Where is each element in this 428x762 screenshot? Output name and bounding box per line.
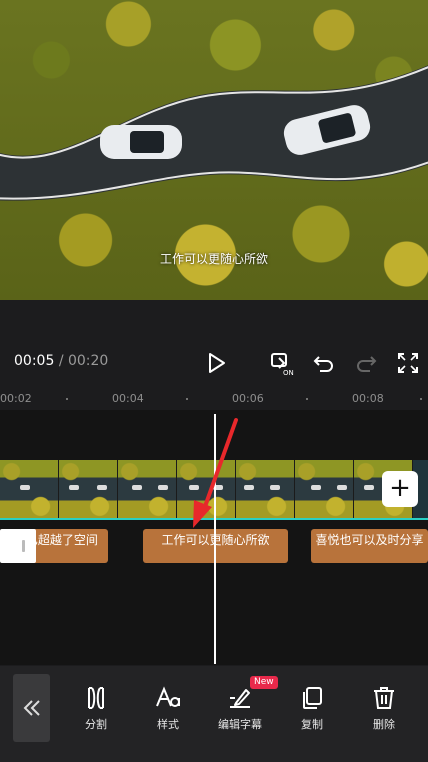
tool-split[interactable]: 分割 bbox=[66, 684, 126, 732]
copy-icon bbox=[303, 687, 322, 709]
fullscreen-icon[interactable] bbox=[394, 349, 422, 377]
play-icon[interactable] bbox=[202, 349, 230, 377]
tool-copy[interactable]: 复制 bbox=[282, 684, 342, 732]
ruler-dot bbox=[306, 398, 308, 400]
tool-label: 复制 bbox=[301, 718, 323, 731]
video-frame bbox=[177, 460, 236, 518]
tool-style[interactable]: 样式 bbox=[138, 684, 198, 732]
caption-trim-handle[interactable] bbox=[0, 529, 36, 563]
video-frame bbox=[236, 460, 295, 518]
car-left bbox=[100, 125, 182, 159]
svg-text:ON: ON bbox=[283, 369, 294, 377]
time-separator: / bbox=[58, 353, 64, 369]
ruler-label: 00:06 bbox=[232, 392, 264, 405]
double-chevron-left-icon bbox=[23, 700, 40, 716]
tool-label: 删除 bbox=[373, 718, 395, 731]
tool-label: 编辑字幕 bbox=[218, 718, 262, 731]
ruler-dot bbox=[186, 398, 188, 400]
video-frame bbox=[295, 460, 354, 518]
keyframe-on-icon[interactable]: ON bbox=[268, 349, 296, 377]
collapse-back-button[interactable] bbox=[13, 674, 50, 742]
undo-icon[interactable] bbox=[310, 349, 338, 377]
current-time: 00:05 bbox=[14, 353, 55, 369]
playhead[interactable] bbox=[214, 414, 216, 664]
ruler-label: 00:04 bbox=[112, 392, 144, 405]
video-subtitle: 工作可以更随心所欲 bbox=[159, 252, 268, 266]
total-time: 00:20 bbox=[67, 353, 109, 369]
tool-delete[interactable]: 删除 bbox=[354, 684, 414, 732]
ruler-dot bbox=[420, 398, 422, 400]
split-icon bbox=[88, 687, 104, 709]
preview-spacer bbox=[0, 300, 428, 340]
edit-subtitle-icon bbox=[230, 689, 250, 708]
tool-label: 分割 bbox=[85, 718, 107, 731]
ruler-label: 00:02 bbox=[0, 392, 32, 405]
video-frame bbox=[118, 460, 177, 518]
add-clip-button[interactable]: + bbox=[382, 471, 418, 507]
ruler-dot bbox=[66, 398, 68, 400]
redo-icon[interactable] bbox=[352, 349, 380, 377]
ruler-label: 00:08 bbox=[352, 392, 384, 405]
video-preview[interactable]: 工作可以更随心所欲 bbox=[0, 0, 428, 300]
caption-clip[interactable]: 喜悦也可以及时分享 bbox=[311, 529, 428, 563]
delete-icon bbox=[374, 687, 394, 709]
playback-controls: 00:05 / 00:20 ON bbox=[0, 345, 428, 381]
tool-edit-subtitle[interactable]: 编辑字幕 bbox=[210, 684, 270, 732]
new-badge: New bbox=[250, 676, 278, 689]
caption-text: 喜悦也可以及时分享 bbox=[315, 533, 424, 547]
text-style-icon bbox=[156, 686, 180, 707]
video-frame bbox=[0, 460, 59, 518]
time-ruler[interactable]: 00:02 00:04 00:06 00:08 bbox=[0, 386, 428, 410]
time-display: 00:05 / 00:20 bbox=[14, 353, 108, 369]
video-frame bbox=[59, 460, 118, 518]
tool-label: 样式 bbox=[157, 718, 179, 731]
